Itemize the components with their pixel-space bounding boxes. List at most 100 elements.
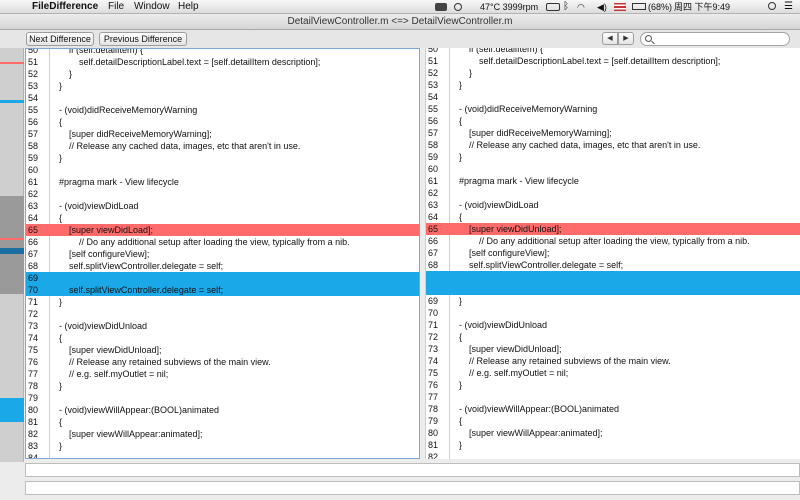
code-line[interactable]: 51 self.detailDescriptionLabel.text = [s… (426, 55, 800, 67)
code-line[interactable]: 52 } (26, 68, 419, 80)
code-line[interactable]: 61 #pragma mark - View lifecycle (426, 175, 800, 187)
code-line[interactable]: 54 (26, 92, 419, 104)
input-source-flag-icon[interactable] (614, 3, 626, 11)
code-line[interactable]: 61 #pragma mark - View lifecycle (26, 176, 419, 188)
code-line[interactable]: 73 - (void)viewDidUnload (26, 320, 419, 332)
code-line[interactable]: 79 (26, 392, 419, 404)
code-line[interactable]: 75 // e.g. self.myOutlet = nil; (426, 367, 800, 379)
code-line[interactable]: 54 (426, 91, 800, 103)
overview-marker-addition[interactable] (0, 398, 24, 422)
code-line[interactable]: 84 (26, 452, 419, 458)
left-line-detail-field[interactable] (25, 463, 800, 477)
diff-line-added[interactable] (426, 283, 800, 295)
code-line[interactable]: 83} (26, 440, 419, 452)
code-line[interactable]: 50 if (self.detailItem) { (26, 49, 419, 56)
temperature-monitor[interactable]: 47°C 3999rpm (480, 1, 538, 13)
code-line[interactable]: 69} (426, 295, 800, 307)
code-line[interactable]: 81 { (26, 416, 419, 428)
code-line[interactable]: 64 { (426, 211, 800, 223)
code-line[interactable]: 82 (426, 451, 800, 459)
display-icon[interactable] (546, 3, 560, 11)
diff-line-changed[interactable]: 65 [super viewDidLoad]; (26, 224, 419, 236)
code-line[interactable]: 67 [self configureView]; (26, 248, 419, 260)
code-line[interactable]: 71 - (void)viewDidUnload (426, 319, 800, 331)
menu-help[interactable]: Help (178, 1, 199, 13)
spotlight-icon[interactable] (768, 2, 776, 10)
code-line[interactable]: 76 // Release any retained subviews of t… (26, 356, 419, 368)
code-line[interactable]: 77 // e.g. self.myOutlet = nil; (26, 368, 419, 380)
code-line[interactable]: 60 (426, 163, 800, 175)
code-line[interactable]: 73 [super viewDidUnload]; (426, 343, 800, 355)
diff-line-added[interactable]: 70 self.splitViewController.delegate = s… (26, 284, 419, 296)
code-line[interactable]: 81} (426, 439, 800, 451)
wifi-icon[interactable]: ◠ (577, 1, 585, 13)
left-file-pane[interactable]: 50 if (self.detailItem) {51 self.detailD… (25, 48, 420, 459)
code-line[interactable]: 78 - (void)viewWillAppear:(BOOL)animated (426, 403, 800, 415)
code-line[interactable]: 55 - (void)didReceiveMemoryWarning (426, 103, 800, 115)
code-line[interactable]: 77 (426, 391, 800, 403)
code-line[interactable]: 50 if (self.detailItem) { (426, 48, 800, 55)
right-line-detail-field[interactable] (25, 481, 800, 495)
overview-marker-addition[interactable] (0, 100, 24, 103)
overview-marker-deletion[interactable] (0, 62, 24, 64)
code-line[interactable]: 58 // Release any cached data, images, e… (426, 139, 800, 151)
code-line[interactable]: 70 (426, 307, 800, 319)
code-line[interactable]: 62 (26, 188, 419, 200)
forward-arrow-icon[interactable]: ▶ (618, 32, 634, 45)
status-icon[interactable] (435, 3, 447, 11)
code-line[interactable]: 53} (426, 79, 800, 91)
code-line[interactable]: 66 // Do any additional setup after load… (426, 235, 800, 247)
code-line[interactable]: 74 // Release any retained subviews of t… (426, 355, 800, 367)
back-arrow-icon[interactable]: ◀ (602, 32, 618, 45)
code-line[interactable]: 80 [super viewWillAppear:animated]; (426, 427, 800, 439)
clock[interactable]: 周四 下午9:49 (674, 1, 730, 13)
battery-icon[interactable] (632, 3, 646, 10)
overview-marker-deletion[interactable] (0, 238, 24, 240)
code-line[interactable]: 62 (426, 187, 800, 199)
code-line[interactable]: 75 [super viewDidUnload]; (26, 344, 419, 356)
code-line[interactable]: 57 [super didReceiveMemoryWarning]; (426, 127, 800, 139)
overview-marker-addition[interactable] (0, 248, 24, 254)
code-line[interactable]: 82 [super viewWillAppear:animated]; (26, 428, 419, 440)
next-difference-button[interactable]: Next Difference (26, 32, 94, 46)
code-line[interactable]: 58 // Release any cached data, images, e… (26, 140, 419, 152)
code-line[interactable]: 63 - (void)viewDidLoad (26, 200, 419, 212)
overview-viewport-indicator[interactable] (0, 196, 24, 294)
code-line[interactable]: 52 } (426, 67, 800, 79)
diff-line-added[interactable] (426, 271, 800, 283)
code-line[interactable]: 74 { (26, 332, 419, 344)
right-file-pane[interactable]: 50 if (self.detailItem) {51 self.detailD… (425, 48, 800, 459)
code-line[interactable]: 57 [super didReceiveMemoryWarning]; (26, 128, 419, 140)
code-line[interactable]: 63 - (void)viewDidLoad (426, 199, 800, 211)
code-line[interactable]: 59} (26, 152, 419, 164)
code-line[interactable]: 67 [self configureView]; (426, 247, 800, 259)
code-line[interactable]: 66 // Do any additional setup after load… (26, 236, 419, 248)
code-line[interactable]: 68 self.splitViewController.delegate = s… (26, 260, 419, 272)
diff-overview-strip[interactable] (0, 48, 24, 462)
code-line[interactable]: 76} (426, 379, 800, 391)
code-line[interactable]: 79 { (426, 415, 800, 427)
code-line[interactable]: 55 - (void)didReceiveMemoryWarning (26, 104, 419, 116)
diff-line-changed[interactable]: 65 [super viewDidUnload]; (426, 223, 800, 235)
code-line[interactable]: 56 { (426, 115, 800, 127)
code-line[interactable]: 80 - (void)viewWillAppear:(BOOL)animated (26, 404, 419, 416)
code-line[interactable]: 59} (426, 151, 800, 163)
code-line[interactable]: 68 self.splitViewController.delegate = s… (426, 259, 800, 271)
app-menu[interactable]: FileDifference (32, 1, 98, 13)
bluetooth-icon[interactable]: ᛒ (563, 1, 569, 13)
code-line[interactable]: 71} (26, 296, 419, 308)
diff-line-added[interactable]: 69 (26, 272, 419, 284)
code-line[interactable]: 51 self.detailDescriptionLabel.text = [s… (26, 56, 419, 68)
gear-icon[interactable] (454, 3, 462, 11)
menu-window[interactable]: Window (134, 1, 170, 13)
code-line[interactable]: 72 (26, 308, 419, 320)
code-line[interactable]: 53} (26, 80, 419, 92)
code-line[interactable]: 78} (26, 380, 419, 392)
code-line[interactable]: 56 { (26, 116, 419, 128)
menu-file[interactable]: File (108, 1, 124, 13)
search-field[interactable] (640, 32, 790, 46)
code-line[interactable]: 60 (26, 164, 419, 176)
previous-difference-button[interactable]: Previous Difference (99, 32, 187, 46)
code-line[interactable]: 64 { (26, 212, 419, 224)
code-line[interactable]: 72 { (426, 331, 800, 343)
